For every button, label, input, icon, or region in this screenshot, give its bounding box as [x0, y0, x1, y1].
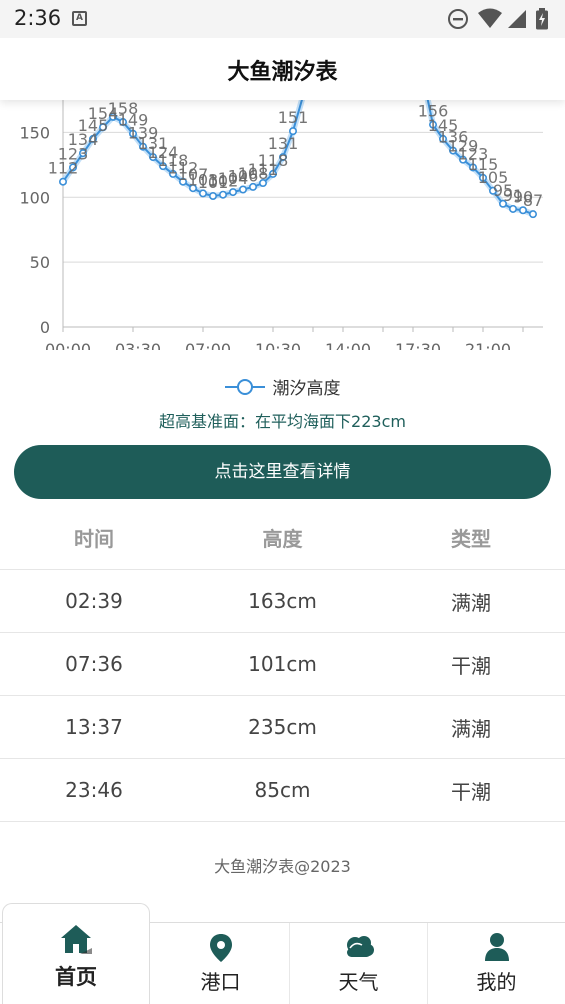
x-tick-label: 10:30 — [255, 340, 301, 350]
y-tick-label: 100 — [19, 188, 50, 207]
x-tick-label: 17:30 — [395, 340, 441, 350]
tide-table: 时间 高度 类型 02:39 163cm 满潮 07:36 101cm 干潮 1… — [0, 505, 565, 822]
footer-copyright: 大鱼潮汐表@2023 — [214, 857, 351, 876]
tide-chart: 00:00 03:30 07:00 10:30 14:00 17:30 21:00 0 50 1… — [19, 100, 543, 350]
view-details-button[interactable]: 点击这里查看详情 — [14, 445, 551, 499]
do-not-disturb-icon — [448, 9, 468, 29]
x-tick-label: 03:30 — [115, 340, 161, 350]
tab-port[interactable]: 港口 — [152, 923, 290, 1004]
table-row: 07:36 101cm 干潮 — [0, 633, 565, 696]
tide-data-labels: 1121231341451541581491391311241181121071… — [48, 100, 543, 210]
tab-home-label: 首页 — [55, 965, 97, 989]
tide-point[interactable] — [58, 177, 67, 186]
app-header: 大鱼潮汐表 — [0, 38, 565, 100]
cell-type: 干潮 — [451, 653, 491, 678]
cell-height: 85cm — [254, 778, 311, 802]
y-tick-label: 150 — [19, 123, 50, 142]
tide-point[interactable] — [209, 191, 218, 200]
status-time: 2:36 — [14, 6, 62, 30]
chart-legend[interactable]: 潮汐高度 — [0, 374, 565, 402]
tide-chart-area: 00:00 03:30 07:00 10:30 14:00 17:30 21:00 0 50 1… — [0, 100, 565, 350]
legend-label: 潮汐高度 — [272, 379, 341, 399]
tab-port-label: 港口 — [200, 970, 241, 994]
tab-mine[interactable]: 我的 — [428, 923, 565, 1004]
cell-time: 07:36 — [65, 652, 123, 676]
notification-a-icon: A — [72, 11, 87, 26]
cell-time: 02:39 — [65, 589, 123, 613]
tab-home[interactable]: 首页 — [2, 903, 150, 1004]
table-row: 23:46 85cm 干潮 — [0, 759, 565, 822]
battery-icon — [536, 8, 548, 30]
y-axis: 0 50 100 150 — [19, 123, 50, 337]
x-tick-label: 14:00 — [325, 340, 371, 350]
signal-icon — [508, 10, 526, 28]
bottom-nav: 首页 港口 天气 我的 — [0, 903, 565, 1004]
x-axis: 00:00 03:30 07:00 10:30 14:00 17:30 21:00 — [45, 327, 524, 350]
data-label: 87 — [523, 191, 543, 210]
home-icon — [61, 925, 92, 954]
user-icon — [484, 933, 509, 961]
cell-time: 23:46 — [65, 778, 123, 802]
y-tick-label: 0 — [40, 318, 50, 337]
tab-weather-label: 天气 — [338, 970, 379, 994]
status-bar: 2:36 A — [0, 0, 565, 38]
table-row: 13:37 235cm 满潮 — [0, 696, 565, 759]
status-icons — [447, 8, 555, 30]
x-tick-label: 07:00 — [185, 340, 231, 350]
cell-height: 101cm — [248, 652, 317, 676]
x-tick-label: 00:00 — [45, 340, 91, 350]
tide-point[interactable] — [508, 204, 517, 213]
header-time: 时间 — [74, 526, 114, 551]
location-pin-icon — [209, 934, 232, 962]
page-title: 大鱼潮汐表 — [227, 60, 338, 85]
cell-time: 13:37 — [65, 715, 123, 739]
cell-type: 干潮 — [451, 779, 491, 804]
x-tick-label: 21:00 — [465, 340, 511, 350]
y-tick-label: 50 — [30, 253, 50, 272]
data-label: 118 — [258, 151, 289, 170]
header-type: 类型 — [451, 526, 491, 551]
tab-weather[interactable]: 天气 — [290, 923, 428, 1004]
tab-mine-label: 我的 — [476, 970, 517, 994]
tide-point[interactable] — [528, 210, 537, 219]
cell-type: 满潮 — [451, 716, 491, 741]
cell-height: 163cm — [248, 589, 317, 613]
cell-height: 235cm — [248, 715, 317, 739]
table-row: 02:39 163cm 满潮 — [0, 570, 565, 633]
legend-marker-icon — [224, 378, 265, 395]
tide-point[interactable] — [219, 190, 228, 199]
data-label: 131 — [268, 134, 299, 153]
data-label: 151 — [278, 108, 309, 127]
table-header-row: 时间 高度 类型 — [0, 505, 565, 570]
cell-type: 满潮 — [451, 590, 491, 615]
datum-note: 超高基准面：在平均海面下223cm — [159, 412, 406, 431]
wifi-icon — [478, 8, 502, 28]
cloud-icon — [346, 936, 374, 957]
header-height: 高度 — [262, 526, 303, 551]
